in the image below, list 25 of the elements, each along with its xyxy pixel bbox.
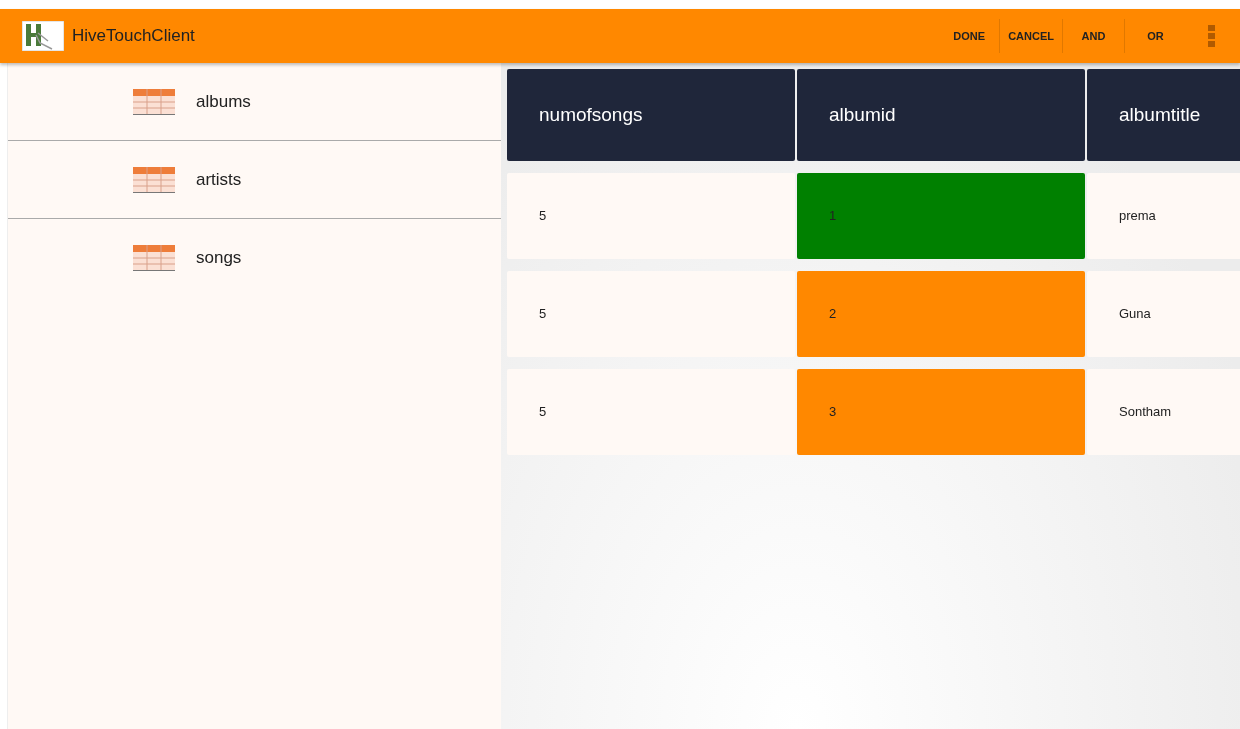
table-cell: 2 [797,271,1085,357]
action-button[interactable]: AND [1062,19,1124,53]
table-cell: 5 [507,271,795,357]
table-cell: 3 [797,369,1085,455]
action-button[interactable]: OR [1124,19,1186,53]
action-button[interactable]: DONE [939,19,1000,53]
table-cell: 5 [507,369,795,455]
table-icon [133,245,175,271]
app-title: HiveTouchClient [72,25,195,48]
table-cell: 5 [507,173,795,259]
action-button[interactable]: CANCEL [999,19,1062,53]
table-icon [133,166,175,193]
app-logo-icon [22,21,64,51]
sidebar-item[interactable]: artists [8,141,501,219]
table-cell: prema [1087,173,1240,259]
table-icon [133,88,175,115]
table-cell: Sontham [1087,369,1240,455]
overflow-menu-icon[interactable] [1208,25,1216,47]
sidebar-item[interactable]: songs [8,219,501,297]
column-header[interactable]: albumtitle [1087,69,1240,161]
sidebar-item[interactable]: albums [8,63,501,141]
column-header[interactable]: albumid [797,69,1085,161]
column-header[interactable]: numofsongs [507,69,795,161]
table-cell: Guna [1087,271,1240,357]
table-cell: 1 [797,173,1085,259]
